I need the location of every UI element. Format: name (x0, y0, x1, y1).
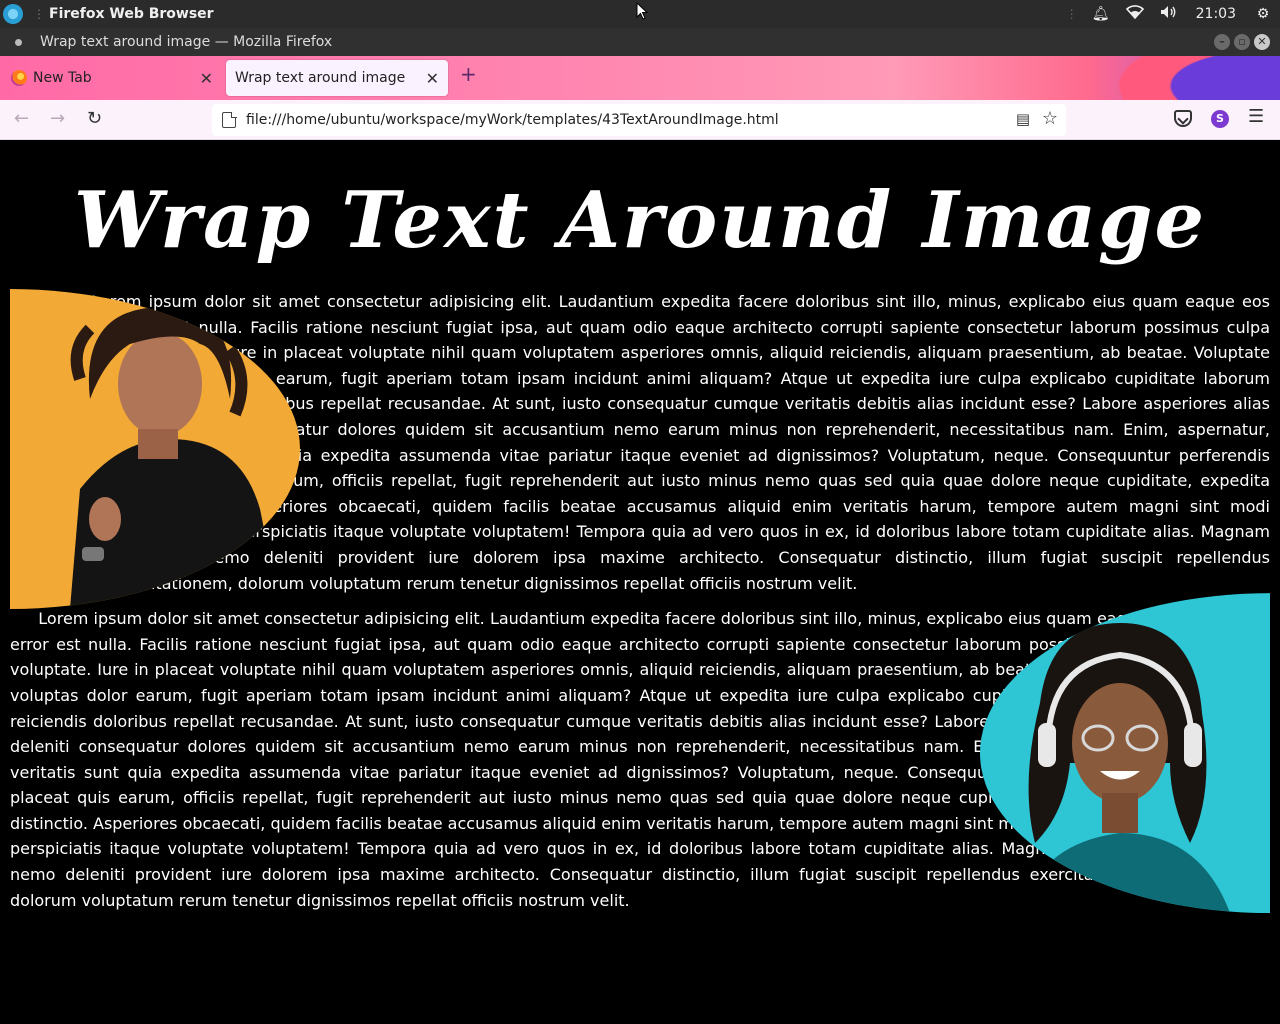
tab-wrap-text[interactable]: Wrap text around image ✕ (226, 60, 448, 96)
system-tray: ⋮ 🔔︎ 21:03 ⚙ (1066, 0, 1280, 28)
woman-headphones-portrait-icon (1020, 623, 1230, 914)
page-title: Wrap Text Around Image (73, 175, 1207, 266)
clock[interactable]: 21:03 (1196, 6, 1236, 22)
local-file-icon (222, 111, 237, 128)
close-tab-icon[interactable]: ✕ (200, 69, 213, 88)
window-menu-icon[interactable] (15, 38, 22, 46)
tab-label: New Tab (33, 70, 92, 86)
activities-icon[interactable] (3, 4, 23, 24)
tab-strip: New Tab ✕ Wrap text around image ✕ (0, 56, 1280, 100)
tab-label: Wrap text around image (235, 70, 406, 86)
new-tab-plus-icon[interactable]: + (460, 62, 477, 86)
navigation-toolbar: ← → ↻ file:///home/ubuntu/workspace/myWo… (0, 100, 1280, 140)
separator-icon: ⋮ (1065, 7, 1078, 21)
app-menu[interactable]: Firefox Web Browser (49, 6, 214, 22)
account-avatar-icon[interactable]: S (1211, 110, 1229, 128)
window-title: Wrap text around image — Mozilla Firefox (40, 34, 333, 50)
forward-arrow-icon[interactable]: → (50, 108, 65, 129)
mouse-cursor-icon (636, 2, 648, 20)
url-text[interactable]: file:///home/ubuntu/workspace/myWork/tem… (246, 112, 779, 128)
wifi-icon[interactable] (1124, 5, 1146, 23)
reload-icon[interactable]: ↻ (87, 108, 102, 129)
close-window-button[interactable]: ✕ (1254, 34, 1270, 50)
paragraph-2: Lorem ipsum dolor sit amet consectetur a… (0, 593, 1280, 914)
bookmark-star-icon[interactable]: ☆ (1042, 108, 1058, 129)
close-tab-icon[interactable]: ✕ (426, 69, 439, 88)
portrait-image-left (10, 289, 300, 609)
portrait-image-right (980, 593, 1270, 914)
theme-decoration (1080, 56, 1280, 100)
woman-curly-hair-portrait-icon (70, 307, 280, 609)
firefox-icon (11, 70, 27, 86)
drag-handle-icon: ⋮ (33, 7, 45, 21)
hamburger-menu-icon[interactable]: ☰ (1248, 106, 1264, 127)
settings-gear-icon[interactable]: ⚙ (1252, 6, 1274, 22)
minimize-button[interactable]: – (1214, 34, 1230, 50)
tab-new-tab[interactable]: New Tab ✕ (0, 60, 222, 96)
back-arrow-icon[interactable]: ← (14, 108, 29, 129)
maximize-button[interactable]: ▫ (1234, 34, 1250, 50)
url-bar[interactable]: file:///home/ubuntu/workspace/myWork/tem… (212, 104, 1066, 136)
reader-view-icon[interactable]: ▤ (1016, 110, 1030, 128)
paragraph-1: Lorem ipsum dolor sit amet consectetur a… (0, 289, 1280, 609)
web-page: Wrap Text Around Image Lorem ipsum dolor… (0, 141, 1280, 1024)
volume-icon[interactable] (1158, 5, 1180, 23)
window-titlebar[interactable]: Wrap text around image — Mozilla Firefox… (0, 28, 1280, 56)
notification-bell-icon[interactable]: 🔔︎ (1090, 6, 1112, 22)
